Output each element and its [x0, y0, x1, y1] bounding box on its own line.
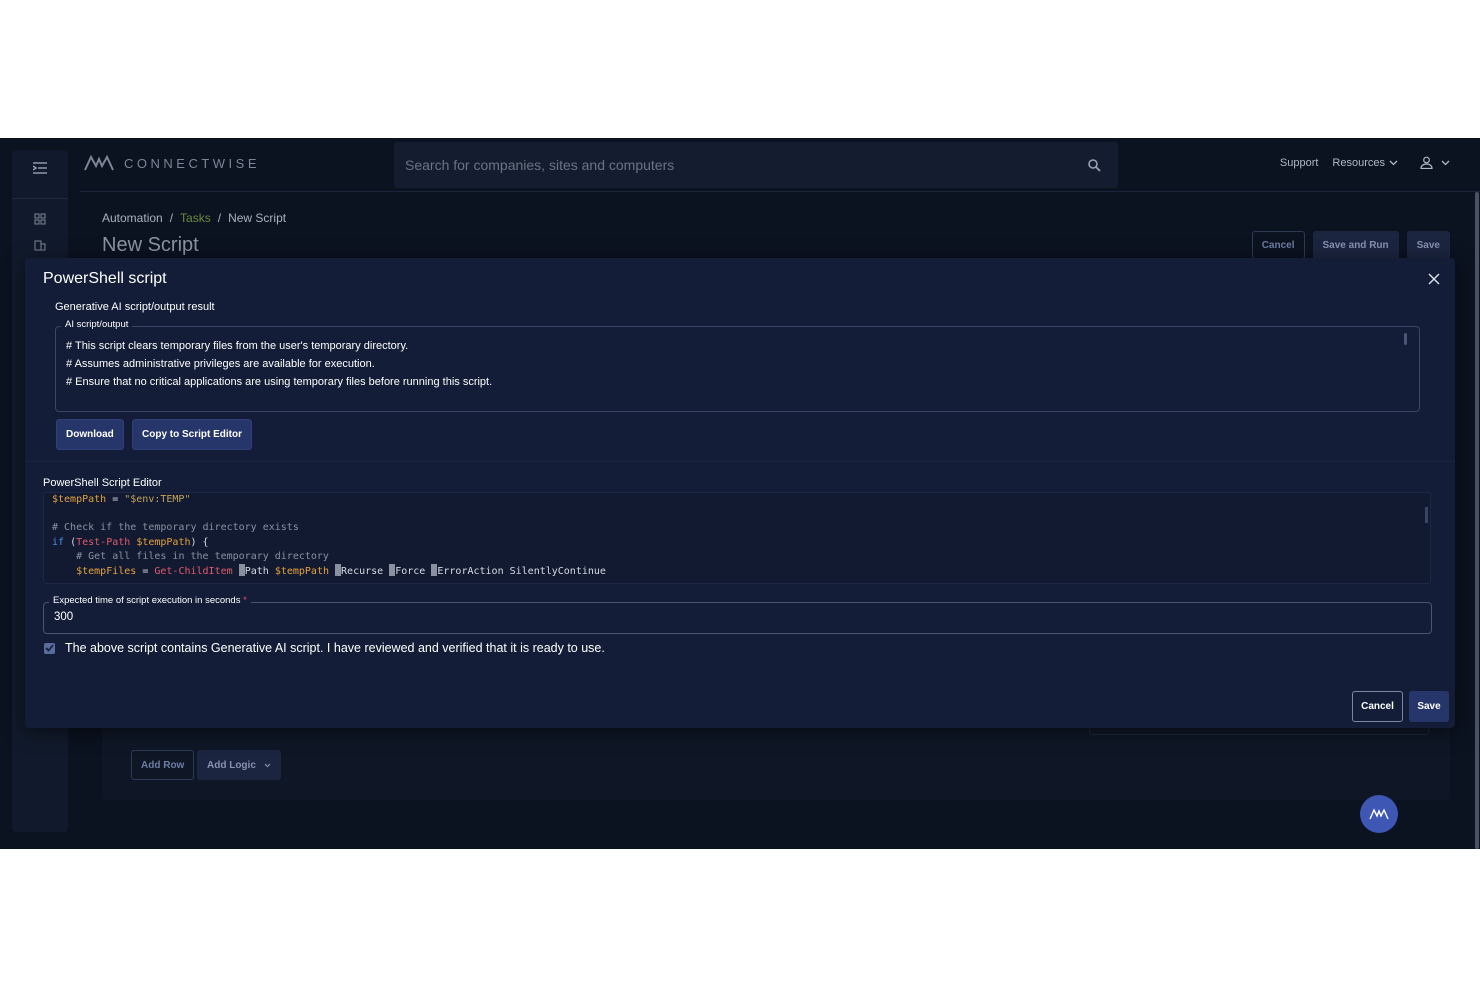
breadcrumb-current: New Script — [228, 211, 287, 225]
add-logic-button[interactable]: Add Logic — [197, 750, 281, 780]
close-icon[interactable] — [1427, 272, 1441, 286]
search-input[interactable] — [394, 142, 1074, 188]
code-line: # Get all files in the temporary directo… — [76, 550, 329, 562]
code-line: # Check if the temporary directory exist… — [52, 522, 299, 534]
ai-output-line: # This script clears temporary files fro… — [66, 340, 409, 352]
ai-output-scrollbar[interactable] — [1404, 333, 1407, 345]
ai-verification-label: The above script contains Generative AI … — [65, 641, 605, 655]
resources-label: Resources — [1332, 156, 1385, 169]
ai-verification-row: The above script contains Generative AI … — [44, 641, 605, 655]
global-search[interactable] — [394, 142, 1118, 188]
breadcrumb-automation[interactable]: Automation — [102, 211, 163, 225]
code-content: $tempPath = "$env:TEMP" # Check if the t… — [52, 493, 606, 579]
resources-menu[interactable]: Resources — [1332, 157, 1398, 169]
modal-title: PowerShell script — [43, 270, 167, 287]
connectwise-logo[interactable]: CONNECTWISE — [84, 154, 260, 172]
modal-save-button[interactable]: Save — [1409, 691, 1449, 722]
expected-time-input[interactable] — [54, 611, 354, 623]
page-save-button[interactable]: Save — [1406, 231, 1450, 259]
editor-scrollbar[interactable] — [1425, 507, 1428, 523]
user-menu[interactable] — [1420, 156, 1450, 169]
assistant-fab-button[interactable] — [1360, 795, 1398, 833]
ai-output-label: AI script/output — [61, 319, 133, 330]
rail-divider — [12, 198, 68, 199]
editor-label: PowerShell Script Editor — [43, 477, 162, 489]
script-editor[interactable]: $tempPath = "$env:TEMP" # Check if the t… — [43, 492, 1431, 584]
app-window: CONNECTWISE Support Resources Automation… — [0, 138, 1480, 849]
page-actions: Cancel Save and Run Save — [1251, 231, 1450, 259]
ai-output-text: # This script clears temporary files fro… — [66, 337, 492, 391]
page-scrollbar[interactable] — [1474, 192, 1480, 849]
page-title: New Script — [102, 234, 199, 256]
page-cancel-button[interactable]: Cancel — [1251, 231, 1305, 259]
ai-section-label: Generative AI script/output result — [55, 301, 215, 313]
add-row-button[interactable]: Add Row — [131, 750, 195, 780]
breadcrumb-separator: / — [169, 211, 174, 225]
menu-icon — [33, 162, 47, 174]
scrollbar-thumb[interactable] — [1475, 192, 1479, 849]
expected-time-field[interactable]: Expected time of script execution in sec… — [43, 595, 1432, 634]
add-row-label: Add Row — [141, 759, 185, 771]
ai-output-field[interactable]: AI script/output # This script clears te… — [55, 319, 1420, 412]
search-icon[interactable] — [1088, 159, 1101, 172]
code-line: if (Test-Path $tempPath) { — [52, 536, 209, 548]
support-link[interactable]: Support — [1280, 157, 1319, 169]
modal-cancel-button[interactable]: Cancel — [1352, 691, 1403, 722]
ai-output-line: # Assumes administrative privileges are … — [66, 358, 375, 370]
ai-verification-checkbox[interactable] — [44, 642, 55, 654]
expected-time-label: Expected time of script execution in sec… — [49, 595, 251, 606]
copy-to-script-editor-button[interactable]: Copy to Script Editor — [132, 419, 252, 450]
code-line: $tempFiles = Get-ChildItem Path $tempPat… — [76, 564, 606, 578]
chevron-down-icon — [264, 763, 271, 767]
companies-icon[interactable] — [34, 238, 46, 251]
ai-output-line: # Ensure that no critical applications a… — [66, 376, 493, 388]
breadcrumb: Automation / Tasks / New Script — [102, 211, 286, 225]
top-links: Support Resources — [1280, 156, 1450, 169]
chevron-down-icon — [1441, 160, 1450, 165]
modal-divider — [25, 461, 1455, 462]
user-icon — [1420, 156, 1433, 169]
checkmark-icon — [45, 644, 54, 652]
connectwise-assistant-icon — [1369, 808, 1389, 820]
save-and-run-button[interactable]: Save and Run — [1312, 231, 1399, 259]
logo-text: CONNECTWISE — [124, 155, 260, 171]
connectwise-logo-icon — [84, 154, 114, 171]
add-logic-label: Add Logic — [207, 759, 256, 771]
breadcrumb-tasks[interactable]: Tasks — [180, 211, 211, 225]
chevron-down-icon — [1389, 160, 1398, 165]
download-button[interactable]: Download — [56, 419, 124, 450]
code-line: $tempPath = "$env:TEMP" — [52, 494, 191, 505]
menu-toggle-button[interactable] — [12, 150, 68, 186]
powershell-script-modal: PowerShell script Generative AI script/o… — [25, 258, 1455, 728]
breadcrumb-separator: / — [217, 211, 222, 225]
required-marker: * — [243, 595, 247, 606]
header-divider — [80, 191, 1480, 192]
dashboard-icon[interactable] — [34, 212, 46, 225]
